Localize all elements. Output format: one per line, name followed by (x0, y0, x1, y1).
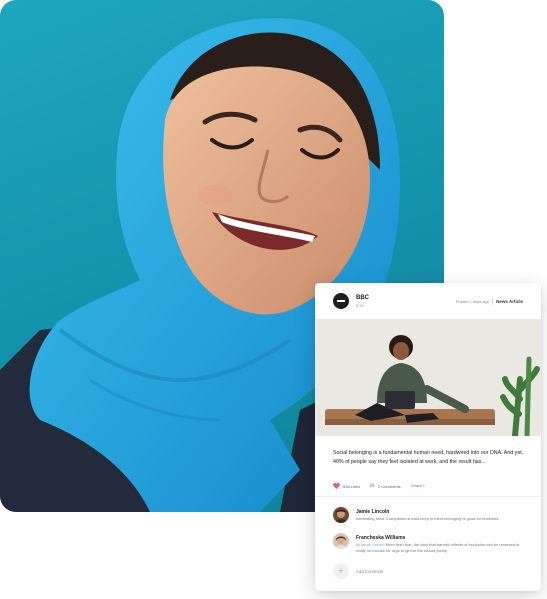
article-type-badge: News Article (496, 299, 523, 304)
man-with-laptop-illustration (315, 319, 541, 436)
heart-icon (333, 483, 340, 489)
avatar[interactable] (333, 533, 349, 549)
add-comment-button[interactable]: Add Comment (356, 569, 383, 574)
source-name[interactable]: BBC (356, 295, 369, 301)
comments-divider (315, 496, 541, 497)
comment-mention[interactable]: @Jamie Lincoln (356, 542, 385, 547)
bbc-logo-icon (333, 293, 349, 309)
article-image[interactable] (315, 319, 541, 436)
comments-count: 2 Comments (378, 483, 401, 489)
likes-stat[interactable]: 536 Likes (333, 483, 360, 489)
comment-text: Interesting read. Companies should keep … (356, 516, 500, 521)
plus-icon[interactable]: + (333, 563, 349, 579)
share-button[interactable]: Share + (411, 483, 425, 488)
share-label: Share + (411, 483, 426, 488)
comment-bubble-icon (369, 483, 375, 489)
article-card: BBC 8.5K Posted 2 days ago News Article … (315, 283, 541, 591)
header-divider (492, 298, 493, 305)
article-stats: 536 Likes 2 Comments Share + (333, 482, 523, 492)
posted-time: Posted 2 days ago (455, 299, 489, 304)
comment-author[interactable]: Jamie Lincoln (356, 509, 389, 515)
source-followers: 8.5K (356, 303, 365, 308)
article-description: Social belonging is a fundamental human … (333, 450, 524, 465)
comments-stat[interactable]: 2 Comments (369, 483, 401, 489)
likes-count: 536 Likes (343, 483, 361, 489)
comment-text: @Jamie Lincoln More than that, the idea … (356, 542, 526, 554)
avatar[interactable] (333, 507, 349, 523)
card-header: BBC 8.5K Posted 2 days ago News Article (315, 283, 541, 319)
comment-author[interactable]: Francheska Williams (356, 535, 405, 541)
